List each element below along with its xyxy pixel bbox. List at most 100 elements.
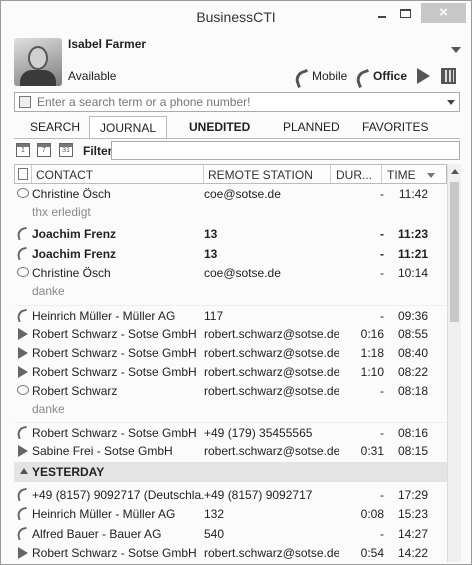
row-time: 08:16 — [397, 426, 428, 440]
title-bar: BusinessCTI × — [1, 1, 471, 31]
row-duration: - — [380, 187, 384, 201]
minimize-icon[interactable] — [375, 6, 389, 22]
row-contact: Robert Schwarz - Sotse GmbH — [32, 346, 197, 360]
journal-row[interactable]: Christine Ösch coe@sotse.de - 11:42 — [14, 184, 447, 204]
avatar[interactable] — [14, 38, 62, 86]
journal-row[interactable]: Sabine Frei - Sotse GmbH robert.schwarz@… — [14, 441, 447, 461]
row-contact: Heinrich Müller - Müller AG — [32, 507, 176, 521]
search-box[interactable] — [14, 92, 460, 112]
tab-planned[interactable]: PLANNED — [283, 116, 340, 138]
missed-call-icon — [15, 226, 30, 241]
row-time: 15:23 — [397, 507, 428, 521]
calendar-month-icon[interactable]: 31 — [59, 143, 73, 157]
tab-journal[interactable]: JOURNAL — [89, 116, 168, 138]
user-status[interactable]: Available — [68, 69, 116, 83]
missed-call-icon — [15, 526, 30, 541]
row-station: robert.schwarz@sotse.de — [204, 384, 339, 398]
row-contact: Robert Schwarz - Sotse GmbH — [32, 327, 197, 341]
table-header: CONTACT REMOTE STATION DUR... TIME — [14, 164, 447, 184]
row-time: 08:22 — [397, 365, 428, 379]
row-duration: - — [380, 309, 384, 323]
collapse-icon[interactable] — [20, 468, 28, 474]
journal-row[interactable]: Robert Schwarz - Sotse GmbH robert.schwa… — [14, 324, 447, 344]
row-time: 08:15 — [397, 444, 428, 458]
chat-icon — [17, 385, 29, 395]
row-contact: Christine Ösch — [32, 266, 111, 280]
row-station: robert.schwarz@sotse.de — [204, 346, 339, 360]
row-duration: 0:54 — [360, 546, 384, 560]
row-duration: - — [380, 266, 384, 280]
phone-icon — [355, 69, 371, 83]
scroll-up-icon[interactable] — [451, 169, 459, 174]
scrollbar-thumb[interactable] — [450, 182, 459, 322]
mobile-label: Mobile — [312, 69, 348, 83]
row-duration: 0:31 — [360, 444, 384, 458]
journal-row[interactable]: Joachim Frenz 13 - 11:21 — [14, 244, 447, 264]
tab-search[interactable]: SEARCH — [30, 116, 80, 138]
column-contact[interactable]: CONTACT — [36, 168, 93, 182]
tab-unedited[interactable]: UNEDITED — [189, 116, 250, 138]
chat-icon — [17, 267, 29, 277]
chevron-down-icon[interactable] — [451, 47, 461, 53]
search-icon — [19, 96, 31, 108]
journal-row[interactable]: +49 (8157) 9092717 (Deutschla... +49 (81… — [14, 485, 447, 505]
filter-input[interactable] — [111, 141, 460, 160]
journal-row[interactable]: Alfred Bauer - Bauer AG 540 - 14:27 — [14, 524, 447, 544]
row-time: 08:40 — [397, 346, 428, 360]
row-station: 13 — [204, 227, 218, 241]
journal-row[interactable]: Robert Schwarz - Sotse GmbH robert.schwa… — [14, 543, 447, 562]
journal-row[interactable]: Robert Schwarz - Sotse GmbH +49 (179) 35… — [14, 422, 447, 442]
row-duration: - — [380, 384, 384, 398]
type-column-icon[interactable] — [18, 168, 28, 180]
row-time: 14:27 — [397, 527, 428, 541]
tab-favorites[interactable]: FAVORITES — [362, 116, 428, 138]
column-divider — [330, 165, 331, 183]
row-note: thx erledigt — [32, 205, 91, 219]
row-station: robert.schwarz@sotse.de — [204, 365, 339, 379]
row-station: coe@sotse.de — [204, 187, 281, 201]
row-contact: Robert Schwarz - Sotse GmbH — [32, 365, 197, 379]
calendar-day-icon[interactable]: 1 — [16, 143, 30, 157]
row-duration: 0:16 — [360, 327, 384, 341]
maximize-icon[interactable] — [400, 9, 411, 18]
row-contact: Robert Schwarz - Sotse GmbH — [32, 546, 197, 560]
journal-row[interactable]: Robert Schwarz robert.schwarz@sotse.de -… — [14, 381, 447, 401]
journal-row[interactable]: Heinrich Müller - Müller AG 132 0:08 15:… — [14, 504, 447, 524]
column-divider — [203, 165, 204, 183]
row-duration: - — [380, 247, 384, 261]
row-time: 09:36 — [397, 309, 428, 323]
vertical-scrollbar[interactable] — [447, 164, 461, 562]
journal-row[interactable]: Christine Ösch coe@sotse.de - 10:14 — [14, 263, 447, 283]
column-time[interactable]: TIME — [387, 168, 416, 182]
search-input[interactable] — [37, 94, 437, 110]
row-station: robert.schwarz@sotse.de — [204, 546, 339, 560]
row-contact: Robert Schwarz — [32, 384, 118, 398]
chat-icon — [17, 188, 29, 198]
filter-label: Filter — [83, 144, 113, 158]
journal-row[interactable]: Heinrich Müller - Müller AG 117 - 09:36 — [14, 305, 447, 325]
filter-bar: 1 7 31 Filter — [14, 141, 460, 161]
journal-list: Christine Ösch coe@sotse.de - 11:42 thx … — [14, 184, 447, 562]
row-duration: - — [380, 227, 384, 241]
journal-row[interactable]: Joachim Frenz 13 - 11:23 — [14, 224, 447, 244]
row-time: 08:55 — [397, 327, 428, 341]
avatar-head — [28, 46, 48, 70]
calendar-week-icon[interactable]: 7 — [37, 143, 51, 157]
office-device-button[interactable]: Office — [355, 67, 407, 85]
film-icon[interactable] — [441, 68, 456, 84]
row-time: 11:42 — [398, 187, 428, 201]
row-station: 132 — [204, 507, 225, 521]
journal-row[interactable]: Robert Schwarz - Sotse GmbH robert.schwa… — [14, 362, 447, 382]
play-icon[interactable] — [417, 68, 430, 84]
group-header-yesterday[interactable]: YESTERDAY — [14, 462, 447, 482]
column-remote-station[interactable]: REMOTE STATION — [208, 168, 313, 182]
row-time: 17:29 — [397, 488, 428, 502]
row-contact: Christine Ösch — [32, 187, 111, 201]
mobile-device-button[interactable]: Mobile — [294, 67, 347, 85]
column-duration[interactable]: DUR... — [336, 168, 372, 182]
chevron-down-icon[interactable] — [447, 100, 455, 105]
journal-row[interactable]: Robert Schwarz - Sotse GmbH robert.schwa… — [14, 343, 447, 363]
tab-bar: SEARCH JOURNAL UNEDITED PLANNED FAVORITE… — [14, 116, 460, 138]
close-icon[interactable]: × — [421, 3, 466, 23]
row-time: 08:18 — [397, 384, 428, 398]
